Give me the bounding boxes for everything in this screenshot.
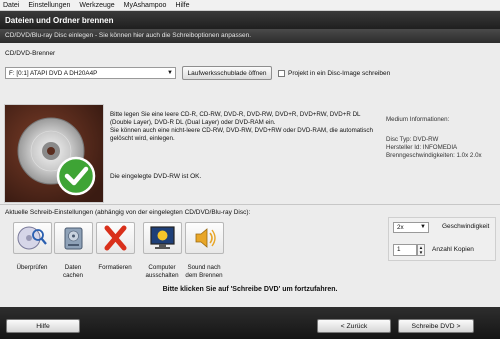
disc-image-label: Projekt in ein Disc-Image schreiben [288,70,391,77]
disc-ok-icon [5,105,103,202]
drive-select-value: F: [0:1] ATAPI DVD A DH20A4P [9,70,98,77]
instructions-line-2: Sie können auch eine nicht-leere CD-RW, … [110,127,373,142]
media-info-disc-type: Disc Typ: DVD-RW [386,136,439,143]
menu-einstellungen[interactable]: Einstellungen [28,2,70,9]
format-toggle[interactable] [96,222,135,254]
insert-disc-instructions: Bitte legen Sie eine leere CD-R, CD-RW, … [110,111,375,143]
copies-label: Anzahl Kopien [432,246,474,253]
sound-label-line2: dem Brennen [185,271,223,279]
red-x-icon [104,225,127,251]
menu-werkzeuge[interactable]: Werkzeuge [79,2,114,9]
copies-input-value: 1 [397,246,401,253]
format-label: Formatieren [92,264,138,272]
menu-hilfe[interactable]: Hilfe [175,2,189,9]
settings-label: Aktuelle Schreib-Einstellungen (abhängig… [5,209,251,216]
page-title: Dateien und Ordner brennen [0,11,500,29]
sound-toggle[interactable] [185,222,224,254]
continue-prompt: Bitte klicken Sie auf 'Schreibe DVD' um … [162,286,338,293]
disc-image-checkbox[interactable] [278,70,285,77]
back-button[interactable]: < Zurück [317,319,391,333]
instructions-line-1: Bitte legen Sie eine leere CD-R, CD-RW, … [110,111,361,126]
disc-magnifier-icon [17,226,47,250]
sound-label: Sound nach dem Brennen [181,264,227,279]
disc-status-image [4,104,104,203]
drive-select[interactable]: F: [0:1] ATAPI DVD A DH20A4P ▼ [5,67,176,79]
copies-stepper[interactable]: ▲ ▼ [417,244,425,256]
verify-label-line1: Überprüfen [16,264,48,271]
speed-select-value: 2x [397,224,404,231]
menu-datei[interactable]: Datei [3,2,19,9]
monitor-icon [150,226,175,249]
footer-bar: Hilfe < Zurück Schreibe DVD > [0,307,500,339]
main-panel: CD/DVD-Brenner F: [0:1] ATAPI DVD A DH20… [0,43,500,307]
speed-select[interactable]: 2x ▼ [393,222,429,233]
speaker-icon [195,228,216,248]
stepper-down-icon[interactable]: ▼ [418,250,424,255]
chevron-down-icon: ▼ [420,224,426,230]
chevron-down-icon: ▼ [167,70,173,76]
cache-data-label-line1: Daten [64,264,82,271]
divider [0,204,500,205]
copies-input[interactable]: 1 [393,244,417,256]
shutdown-toggle[interactable] [143,222,182,254]
shutdown-label-line2: ausschalten [145,271,179,279]
media-info-title: Medium Informationen: [386,116,450,123]
cache-data-toggle[interactable] [54,222,93,254]
disc-status-text: Die eingelegte DVD-RW ist OK. [110,173,202,180]
help-button[interactable]: Hilfe [6,319,80,333]
sound-label-line1: Sound nach [187,264,221,271]
shutdown-label: Computer ausschalten [139,264,185,279]
speed-label: Geschwindigkeit [442,223,490,230]
write-dvd-button[interactable]: Schreibe DVD > [398,319,474,333]
verify-toggle[interactable] [13,222,52,254]
format-label-line1: Formatieren [98,264,132,271]
eject-tray-button[interactable]: Laufwerksschublade öffnen [182,66,272,80]
cache-data-label-line2: cachen [63,271,83,279]
menu-bar: Datei Einstellungen Werkzeuge MyAshampoo… [0,0,500,11]
cache-drive-icon [64,227,83,250]
page-subtitle: CD/DVD/Blu-ray Disc einlegen - Sie könne… [0,29,500,43]
verify-label: Überprüfen [9,264,55,272]
shutdown-label-line1: Computer [148,264,176,271]
menu-myashampoo[interactable]: MyAshampoo [124,2,167,9]
burner-section-label: CD/DVD-Brenner [5,50,56,57]
speed-copies-box: 2x ▼ Geschwindigkeit 1 ▲ ▼ Anzahl Kopien [388,217,496,261]
media-info-manufacturer: Hersteller Id: INFOMEDIA [386,144,458,151]
media-info-speeds: Brenngeschwindigkeiten: 1.0x 2.0x [386,152,482,159]
cache-data-label: Daten cachen [50,264,96,279]
